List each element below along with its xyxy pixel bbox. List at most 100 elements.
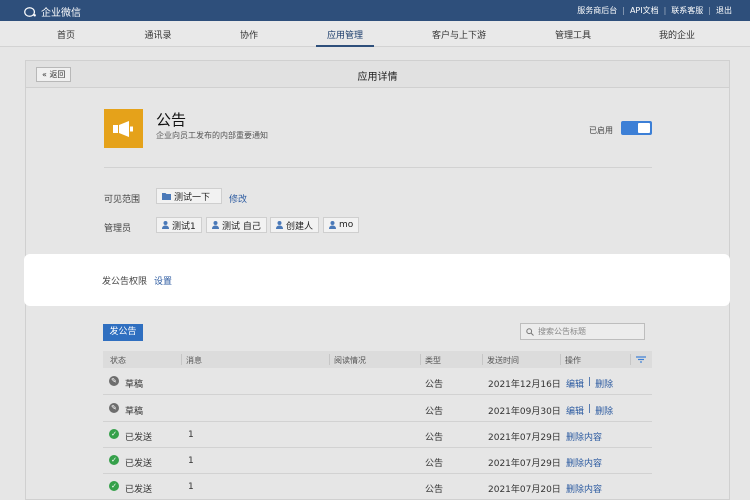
action-separator: |	[588, 377, 592, 387]
top-link-separator: |	[622, 6, 625, 15]
row-send-time: 2021年07月29日	[488, 459, 561, 469]
column-divider	[560, 354, 561, 365]
nav-item-management-tools[interactable]: 管理工具	[555, 28, 591, 41]
row-message: 1	[188, 430, 194, 440]
admin-tag[interactable]: mo	[323, 217, 360, 233]
nav-item-customers[interactable]: 客户与上下游	[432, 28, 486, 41]
nav-item-home[interactable]: 首页	[57, 28, 75, 41]
person-icon	[329, 221, 336, 229]
app-name: 公告	[156, 111, 187, 129]
delete-link[interactable]: 删除	[595, 377, 613, 390]
row-message: 1	[188, 456, 194, 466]
nav-item-collaboration[interactable]: 协作	[240, 28, 258, 41]
delete-content-link[interactable]: 删除内容	[566, 482, 602, 495]
admin-name: mo	[339, 220, 354, 230]
delete-content-link[interactable]: 删除内容	[566, 430, 602, 443]
row-type: 公告	[425, 485, 444, 495]
visibility-scope-tag[interactable]: 测试一下	[156, 188, 222, 204]
permission-panel: 发公告权限 设置	[24, 254, 730, 306]
top-link-service-provider[interactable]: 服务商后台	[577, 5, 617, 16]
visibility-label: 可见范围	[104, 195, 141, 205]
enable-toggle[interactable]	[621, 121, 652, 135]
column-divider	[482, 354, 483, 365]
search-icon	[526, 327, 534, 336]
publish-announcement-button[interactable]: 发公告	[103, 324, 143, 341]
admins-label: 管理员	[104, 224, 132, 234]
admin-tag[interactable]: 创建人	[270, 217, 320, 233]
person-icon	[162, 221, 169, 229]
row-actions: 删除内容	[566, 430, 602, 443]
row-message: 1	[188, 482, 194, 492]
delete-content-link[interactable]: 删除内容	[566, 456, 602, 469]
edit-link[interactable]: 编辑	[566, 377, 584, 390]
person-icon	[276, 221, 283, 229]
main-nav: 首页 通讯录 协作 应用管理 客户与上下游 管理工具 我的企业	[0, 21, 750, 47]
nav-item-app-management[interactable]: 应用管理	[327, 28, 363, 41]
top-links: 服务商后台 | API文档 | 联系客服 | 退出	[577, 5, 732, 16]
top-link-separator: |	[708, 6, 711, 15]
delete-link[interactable]: 删除	[595, 404, 613, 417]
top-link-contact-support[interactable]: 联系客服	[671, 5, 703, 16]
row-status: 草稿	[125, 380, 144, 390]
top-link-logout[interactable]: 退出	[716, 5, 732, 16]
admin-tag[interactable]: 测试1	[156, 217, 202, 233]
column-divider	[630, 354, 631, 365]
permission-settings-link[interactable]: 设置	[154, 274, 172, 287]
logo-text: 企业微信	[41, 8, 81, 19]
row-actions: 编辑 | 删除	[566, 404, 613, 417]
edit-link[interactable]: 编辑	[566, 404, 584, 417]
enabled-label: 已启用	[589, 126, 613, 135]
permission-label: 发公告权限	[102, 277, 148, 287]
visibility-scope-text: 测试一下	[174, 192, 211, 203]
row-type: 公告	[425, 380, 444, 390]
megaphone-icon	[112, 120, 133, 137]
app-description: 企业向员工发布的内部重要通知	[156, 131, 268, 140]
column-header-type: 类型	[425, 356, 441, 365]
column-divider	[420, 354, 421, 365]
announcement-table-header: 状态 消息 阅读情况 类型 发送时间 操作	[103, 351, 652, 368]
row-type: 公告	[425, 407, 444, 417]
section-divider	[104, 167, 652, 168]
admin-name: 创建人	[286, 221, 314, 232]
admin-tag[interactable]: 测试 自己	[206, 217, 267, 233]
folder-icon	[162, 192, 171, 200]
person-icon	[212, 221, 219, 229]
row-type: 公告	[425, 459, 444, 469]
row-status: 草稿	[125, 407, 144, 417]
table-row: ✓ 已发送 1 公告 2021年07月29日 删除内容	[103, 422, 652, 448]
search-placeholder: 搜索公告标题	[538, 327, 586, 336]
table-row: ✓ 已发送 1 公告 2021年07月20日 删除内容	[103, 474, 652, 500]
row-type: 公告	[425, 433, 444, 443]
logo[interactable]: 企业微信	[24, 4, 81, 19]
column-header-send-time: 发送时间	[487, 356, 519, 365]
row-send-time: 2021年09月30日	[488, 407, 561, 417]
column-divider	[181, 354, 182, 365]
nav-active-indicator	[316, 45, 374, 47]
row-status: 已发送	[125, 485, 153, 495]
column-header-actions: 操作	[565, 356, 581, 365]
admin-name: 测试1	[172, 221, 196, 232]
admin-name: 测试 自己	[222, 221, 261, 232]
table-row: ✎ 草稿 公告 2021年12月16日 编辑 | 删除	[103, 369, 652, 395]
row-actions: 删除内容	[566, 456, 602, 469]
search-input[interactable]: 搜索公告标题	[520, 323, 645, 340]
column-header-message: 消息	[186, 356, 202, 365]
top-link-api-docs[interactable]: API文档	[630, 5, 659, 16]
wecom-logo-icon	[24, 6, 36, 17]
nav-item-contacts[interactable]: 通讯录	[144, 28, 171, 41]
card-header: « 返回 应用详情	[26, 61, 729, 88]
page-title: 应用详情	[357, 72, 398, 83]
action-separator: |	[588, 404, 592, 414]
row-send-time: 2021年07月20日	[488, 485, 561, 495]
row-actions: 编辑 | 删除	[566, 377, 613, 390]
column-header-reads: 阅读情况	[334, 356, 366, 365]
row-status: 已发送	[125, 433, 153, 443]
modify-visibility-link[interactable]: 修改	[229, 192, 247, 205]
sent-status-icon: ✓	[109, 481, 119, 491]
filter-icon[interactable]	[636, 356, 646, 363]
nav-item-my-company[interactable]: 我的企业	[659, 28, 695, 41]
draft-status-icon: ✎	[109, 403, 119, 413]
table-row: ✓ 已发送 1 公告 2021年07月29日 删除内容	[103, 448, 652, 474]
row-status: 已发送	[125, 459, 153, 469]
top-link-separator: |	[663, 6, 667, 15]
